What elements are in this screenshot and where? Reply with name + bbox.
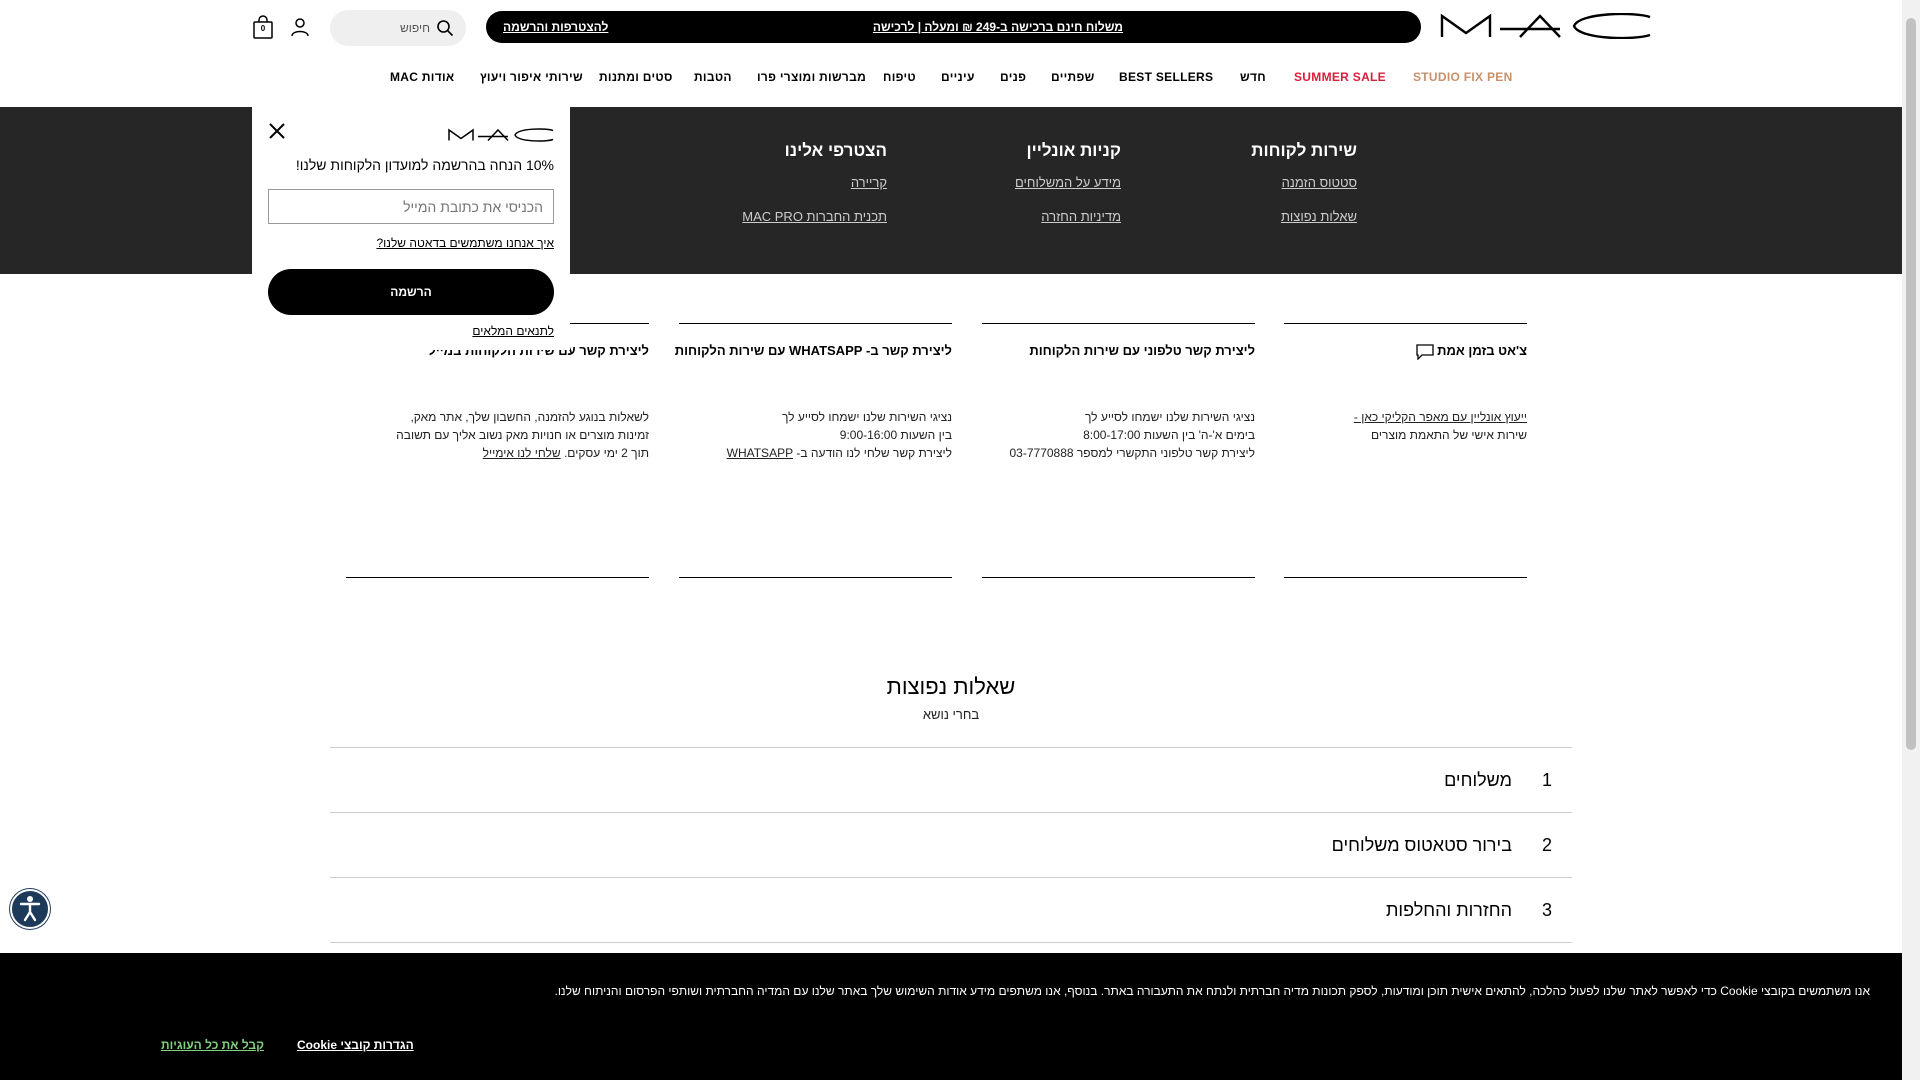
contact-line: בימים א'-ה' בין השעות 8:00-17:00 bbox=[1083, 428, 1255, 442]
close-icon[interactable] bbox=[267, 121, 287, 141]
terms-link[interactable]: לתנאים המלאים bbox=[472, 324, 554, 338]
faq-number: 3 bbox=[1541, 900, 1552, 920]
site-header: משלוח חינם ברכישה ב-249 ₪ ומעלה | לרכישה… bbox=[0, 0, 1902, 107]
contact-line: נציגי השירות שלנו ישמחו לסייע לך bbox=[781, 410, 952, 424]
faq-item-returns[interactable]: 3 החזרות והחלפות bbox=[330, 878, 1572, 943]
footer-col-join-us: הצטרפי אלינו קריירה תכנית החברות MAC PRO bbox=[742, 141, 887, 243]
contact-line: זמינות מוצרים או חנויות מאק נשוב אליך עם… bbox=[396, 428, 649, 442]
cookie-banner: אנו משתמשים בקובצי Cookie כדי לאפשר לאתר… bbox=[0, 953, 1902, 1080]
nav-item-offers[interactable]: הטבות bbox=[694, 70, 732, 84]
mac-logo bbox=[448, 128, 554, 142]
account-icon[interactable] bbox=[290, 17, 310, 37]
contact-card-email: ליצירת קשר עם שירות הלקוחות במייל לשאלות… bbox=[346, 323, 649, 578]
contact-line: ליצירת קשר טלפוני התקשרי למספר 03-777088… bbox=[1009, 446, 1256, 460]
footer-col-shopping: קניות אונליין מידע על המשלוחים מדיניות ה… bbox=[1015, 141, 1121, 243]
nav-item-about[interactable]: אודות MAC bbox=[390, 70, 454, 84]
contact-card-title: צ'אט בזמן אמת bbox=[1412, 343, 1527, 360]
nav-item-eyes[interactable]: עיניים bbox=[941, 70, 975, 84]
search-box[interactable]: חיפוש bbox=[330, 10, 466, 46]
page-scrollbar[interactable] bbox=[1902, 0, 1920, 1080]
faq-item-shipping-status[interactable]: 2 בירור סטאטוס משלוחים bbox=[330, 813, 1572, 878]
contact-card-title: ליצירת קשר ב- WHATSAPP עם שירות הלקוחות bbox=[674, 343, 952, 358]
contact-line: שירות אישי של התאמת מוצרים bbox=[1371, 428, 1527, 442]
accept-cookies-button[interactable]: קבל את כל העוגיות bbox=[161, 1038, 264, 1052]
faq-item-shipping[interactable]: 1 משלוחים bbox=[330, 748, 1572, 813]
nav-item-services[interactable]: שירותי איפור ויעוץ bbox=[480, 70, 583, 84]
nav-item-lips[interactable]: שפתיים bbox=[1051, 70, 1095, 84]
contact-line: תוך 2 ימי עסקים. שלחי לנו אימייל bbox=[482, 446, 649, 460]
chat-link[interactable]: ייעוץ אונליין עם מאפר הקליקי כאן - bbox=[1354, 408, 1527, 426]
chat-icon bbox=[1415, 343, 1434, 360]
footer-link-return-policy[interactable]: מדיניות החזרה bbox=[1015, 209, 1121, 224]
footer-link-careers[interactable]: קריירה bbox=[742, 175, 887, 190]
footer-link-mac-pro[interactable]: תכנית החברות MAC PRO bbox=[742, 209, 887, 224]
contact-card-body: לשאלות בנוגע להזמנה, החשבון שלך, אתר מאק… bbox=[396, 408, 649, 462]
cookie-settings-button[interactable]: הגדרות קובצי Cookie bbox=[297, 1038, 414, 1052]
contact-card-body: נציגי השירות שלנו ישמחו לסייע לך בימים א… bbox=[1010, 408, 1256, 462]
nav-item-summer-sale[interactable]: SUMMER SALE bbox=[1294, 70, 1386, 84]
search-placeholder: חיפוש bbox=[400, 21, 430, 35]
contact-line: נציגי השירות שלנו ישמחו לסייע לך bbox=[1084, 410, 1255, 424]
faq-list: 1 משלוחים 2 בירור סטאטוס משלוחים 3 החזרו… bbox=[330, 747, 1572, 943]
contact-card-body: נציגי השירות שלנו ישמחו לסייע לך בין השע… bbox=[727, 408, 952, 462]
contact-card-whatsapp: ליצירת קשר ב- WHATSAPP עם שירות הלקוחות … bbox=[675, 323, 952, 578]
faq-label: בירור סטאטוס משלוחים bbox=[1331, 835, 1512, 855]
promo-bar: משלוח חינם ברכישה ב-249 ₪ ומעלה | לרכישה… bbox=[486, 11, 1421, 43]
newsletter-popup: 10% הנחה בהרשמה למועדון הלקוחות שלנו! אי… bbox=[252, 107, 570, 350]
faq-label: משלוחים bbox=[1444, 770, 1512, 790]
contact-line: ליצירת קשר שלחי לנו הודעה ב- WHATSAPP bbox=[726, 446, 952, 460]
faq-title: שאלות נפוצות bbox=[886, 674, 1016, 699]
nav-item-gift-sets[interactable]: סטים ומתנות bbox=[599, 70, 673, 84]
promo-link[interactable]: משלוח חינם ברכישה ב-249 ₪ ומעלה | לרכישה bbox=[873, 20, 1123, 34]
footer-col-customer-service: שירות לקוחות סטטוס הזמנה שאלות נפוצות bbox=[1251, 141, 1357, 243]
contact-card-phone: ליצירת קשר טלפוני עם שירות הלקוחות נציגי… bbox=[982, 323, 1255, 578]
faq-number: 2 bbox=[1541, 835, 1552, 855]
nav-item-new[interactable]: חדש bbox=[1240, 70, 1266, 84]
data-usage-link[interactable]: איך אנחנו משתמשים בדאטה שלנו? bbox=[376, 236, 554, 250]
contact-card-title: ליצירת קשר טלפוני עם שירות הלקוחות bbox=[1029, 343, 1255, 358]
faq-label: החזרות והחלפות bbox=[1386, 900, 1512, 920]
bag-count: 0 bbox=[260, 24, 266, 33]
footer-link-order-status[interactable]: סטטוס הזמנה bbox=[1251, 175, 1357, 190]
contact-card-chat: צ'אט בזמן אמת ייעוץ אונליין עם מאפר הקלי… bbox=[1284, 323, 1527, 578]
contact-card-body: ייעוץ אונליין עם מאפר הקליקי כאן - שירות… bbox=[1354, 408, 1527, 444]
whatsapp-link[interactable]: WHATSAPP bbox=[727, 446, 793, 460]
contact-line: בין השעות 9:00-16:00 bbox=[839, 428, 952, 442]
contact-line: לשאלות בנוגע להזמנה, החשבון שלך, אתר מאק… bbox=[410, 410, 649, 424]
nav-item-face[interactable]: פנים bbox=[1000, 70, 1026, 84]
search-icon bbox=[437, 20, 454, 37]
accessibility-button[interactable] bbox=[10, 889, 50, 929]
join-link[interactable]: להצטרפות והרשמה bbox=[503, 20, 608, 34]
footer-col-title: הצטרפי אלינו bbox=[784, 141, 887, 160]
email-field[interactable] bbox=[268, 189, 554, 224]
accessibility-icon bbox=[19, 896, 41, 922]
main-nav: STUDIO FIX PEN SUMMER SALE חדש BEST SELL… bbox=[0, 70, 1902, 88]
nav-item-studio-fix-pen[interactable]: STUDIO FIX PEN bbox=[1413, 70, 1513, 84]
scrollbar-thumb[interactable] bbox=[1906, 18, 1916, 750]
footer-link-faq[interactable]: שאלות נפוצות bbox=[1251, 209, 1357, 224]
mac-logo[interactable] bbox=[1440, 13, 1652, 39]
footer-link-shipping-info[interactable]: מידע על המשלוחים bbox=[1015, 175, 1121, 190]
email-link[interactable]: שלחי לנו אימייל bbox=[483, 446, 561, 460]
faq-subtitle: בחרי נושא bbox=[922, 707, 980, 722]
footer-col-title: שירות לקוחות bbox=[1251, 141, 1357, 160]
nav-item-brushes[interactable]: מברשות ומוצרי פרו bbox=[757, 70, 866, 84]
faq-number: 1 bbox=[1541, 770, 1552, 790]
nav-item-skincare[interactable]: טיפוח bbox=[883, 70, 916, 84]
popup-title: 10% הנחה בהרשמה למועדון הלקוחות שלנו! bbox=[295, 157, 554, 173]
cookie-message: אנו משתמשים בקובצי Cookie כדי לאפשר לאתר… bbox=[554, 984, 1870, 998]
nav-item-best-sellers[interactable]: BEST SELLERS bbox=[1119, 70, 1213, 84]
signup-button[interactable]: הרשמה bbox=[268, 269, 554, 315]
footer-col-title: קניות אונליין bbox=[1026, 141, 1121, 160]
